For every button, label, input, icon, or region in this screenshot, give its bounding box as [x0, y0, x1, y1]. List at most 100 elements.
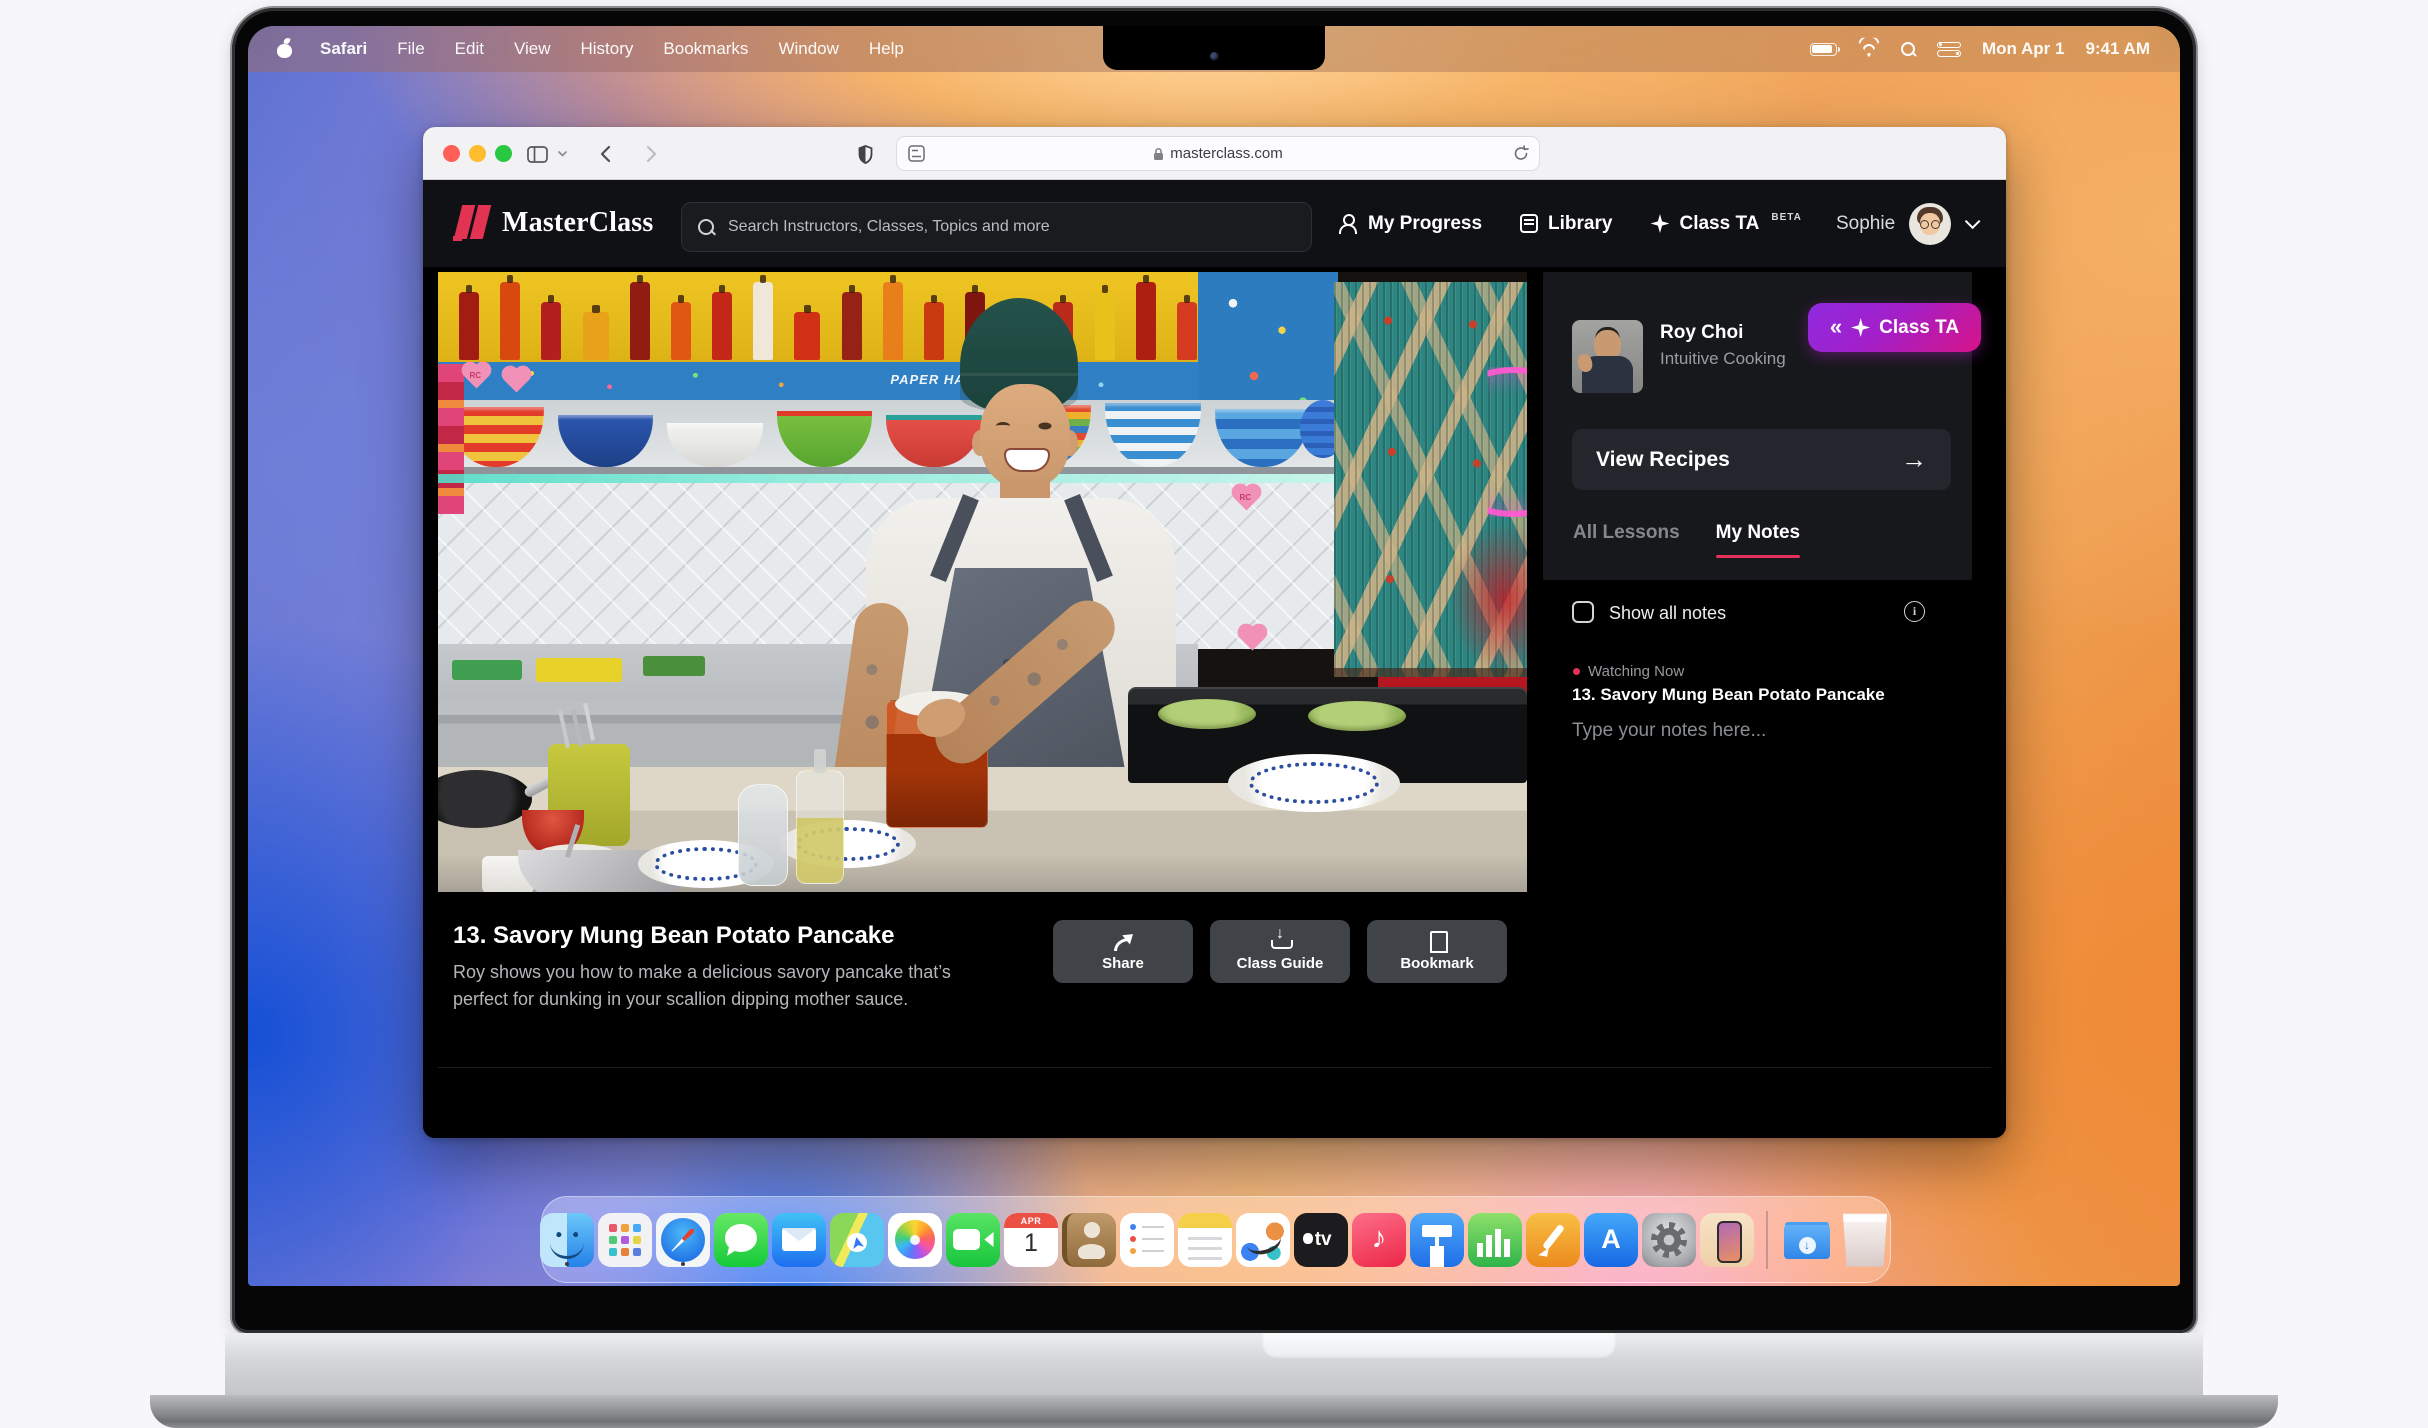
sidebar-icon[interactable] [523, 140, 551, 168]
dock-mail[interactable] [772, 1213, 826, 1267]
zoom-button[interactable] [495, 145, 512, 162]
masterclass-logo[interactable]: MasterClass [453, 203, 654, 243]
class-guide-button[interactable]: Class Guide [1210, 920, 1350, 983]
nav-class-ta[interactable]: Class TA BETA [1650, 213, 1801, 235]
dock-contacts[interactable] [1062, 1213, 1116, 1267]
dock-appstore[interactable] [1584, 1213, 1638, 1267]
apple-menu-icon[interactable] [276, 39, 293, 59]
tab-all-lessons[interactable]: All Lessons [1573, 522, 1680, 558]
dock-messages[interactable] [714, 1213, 768, 1267]
bookmark-button[interactable]: Bookmark [1367, 920, 1507, 983]
class-ta-button[interactable]: « Class TA [1808, 303, 1981, 352]
notes-input[interactable]: Type your notes here... [1572, 720, 1766, 742]
nav-progress[interactable]: My Progress [1338, 213, 1482, 235]
running-indicator [565, 1262, 569, 1266]
dock-downloads[interactable] [1780, 1213, 1834, 1267]
macbook-bottom [150, 1395, 2278, 1428]
sparkle-icon [1650, 214, 1669, 233]
lesson-title: 13. Savory Mung Bean Potato Pancake [453, 922, 894, 950]
search-input[interactable]: Search Instructors, Classes, Topics and … [681, 202, 1312, 252]
close-button[interactable] [443, 145, 460, 162]
dotted-plate [1228, 754, 1400, 812]
user-name: Sophie [1836, 213, 1895, 235]
pancake [1158, 699, 1256, 729]
wifi-icon[interactable] [1858, 41, 1880, 57]
dock-trash[interactable] [1838, 1213, 1892, 1267]
show-all-notes-checkbox[interactable] [1572, 601, 1594, 623]
forward-icon[interactable] [637, 140, 665, 168]
lesson-actions: Share Class Guide Bookmark [1053, 920, 1507, 983]
dock-facetime[interactable] [946, 1213, 1000, 1267]
menu-item[interactable]: Bookmarks [648, 39, 763, 59]
masterclass-logo-icon [453, 203, 491, 243]
face [980, 384, 1070, 488]
lock-icon [1153, 147, 1164, 161]
page-content: PAPER HAT RC RC [423, 267, 2006, 1138]
macbook-base [225, 1333, 2203, 1395]
share-button[interactable]: Share [1053, 920, 1193, 983]
dock: APR 1 [541, 1196, 1891, 1283]
masterclass-header: MasterClass Search Instructors, Classes,… [423, 180, 2006, 267]
chevron-down-icon[interactable] [1965, 214, 1981, 230]
spotlight-search-icon[interactable] [1901, 42, 1916, 57]
chevron-down-icon[interactable] [554, 140, 570, 168]
menu-item[interactable]: Edit [440, 39, 499, 59]
control-center-icon[interactable] [1937, 42, 1961, 57]
dock-reminders[interactable] [1120, 1213, 1174, 1267]
menu-item[interactable]: File [382, 39, 439, 59]
running-indicator [681, 1262, 685, 1266]
info-icon[interactable]: i [1904, 601, 1925, 622]
dock-pages[interactable] [1526, 1213, 1580, 1267]
menu-item[interactable]: History [566, 39, 649, 59]
back-icon[interactable] [591, 140, 619, 168]
menu-item[interactable]: Window [763, 39, 853, 59]
footer-divider [438, 1067, 1991, 1068]
desktop: SafariFileEditViewHistoryBookmarksWindow… [0, 0, 2428, 1428]
dock-music[interactable] [1352, 1213, 1406, 1267]
dock-calendar[interactable]: APR 1 [1004, 1213, 1058, 1267]
safari-window: masterclass.com M [423, 127, 2006, 1138]
lesson-video[interactable]: PAPER HAT RC RC [438, 272, 1527, 892]
lid-notch [1262, 1333, 1616, 1360]
privacy-shield-icon[interactable] [851, 140, 879, 168]
battery-icon[interactable] [1810, 43, 1837, 56]
dock-finder[interactable] [540, 1213, 594, 1267]
menu-bar-time: 9:41 AM [2085, 39, 2150, 59]
dock-notes[interactable] [1178, 1213, 1232, 1267]
address-bar[interactable]: masterclass.com [896, 136, 1540, 171]
share-arrow-icon [1112, 931, 1134, 949]
dock-appletv[interactable] [1294, 1213, 1348, 1267]
address-text: masterclass.com [1170, 145, 1283, 162]
dock-iphone[interactable] [1700, 1213, 1754, 1267]
dock-settings[interactable] [1642, 1213, 1696, 1267]
dock-launchpad[interactable] [598, 1213, 652, 1267]
download-icon [1269, 931, 1291, 949]
dock-freeform[interactable] [1236, 1213, 1290, 1267]
dock-photos[interactable] [888, 1213, 942, 1267]
sparkle-icon [1851, 318, 1870, 337]
dock-numbers[interactable] [1468, 1213, 1522, 1267]
safari-toolbar: masterclass.com [423, 127, 2006, 180]
person-icon [1338, 214, 1358, 234]
avatar[interactable] [1909, 203, 1951, 245]
menu-item[interactable]: View [499, 39, 566, 59]
bookmark-icon [1426, 931, 1448, 949]
collapse-icon: « [1830, 316, 1842, 338]
nav-library[interactable]: Library [1520, 213, 1612, 235]
menu-bar-date: Mon Apr 1 [1982, 39, 2064, 59]
view-recipes-button[interactable]: View Recipes → [1572, 429, 1951, 490]
camera-icon [1210, 52, 1219, 61]
instructor-thumbnail[interactable] [1572, 320, 1643, 393]
course-title: Intuitive Cooking [1660, 349, 1786, 369]
dock-maps[interactable] [830, 1213, 884, 1267]
oil-bottle [796, 770, 844, 884]
dock-safari[interactable] [656, 1213, 710, 1267]
minimize-button[interactable] [469, 145, 486, 162]
page-settings-icon[interactable] [908, 145, 925, 166]
menu-item[interactable]: Help [854, 39, 919, 59]
reload-icon[interactable] [1513, 145, 1529, 166]
menu-item[interactable]: Safari [305, 39, 382, 59]
dock-keynote[interactable] [1410, 1213, 1464, 1267]
tab-my-notes[interactable]: My Notes [1716, 522, 1800, 558]
watching-now-dot [1573, 668, 1580, 675]
